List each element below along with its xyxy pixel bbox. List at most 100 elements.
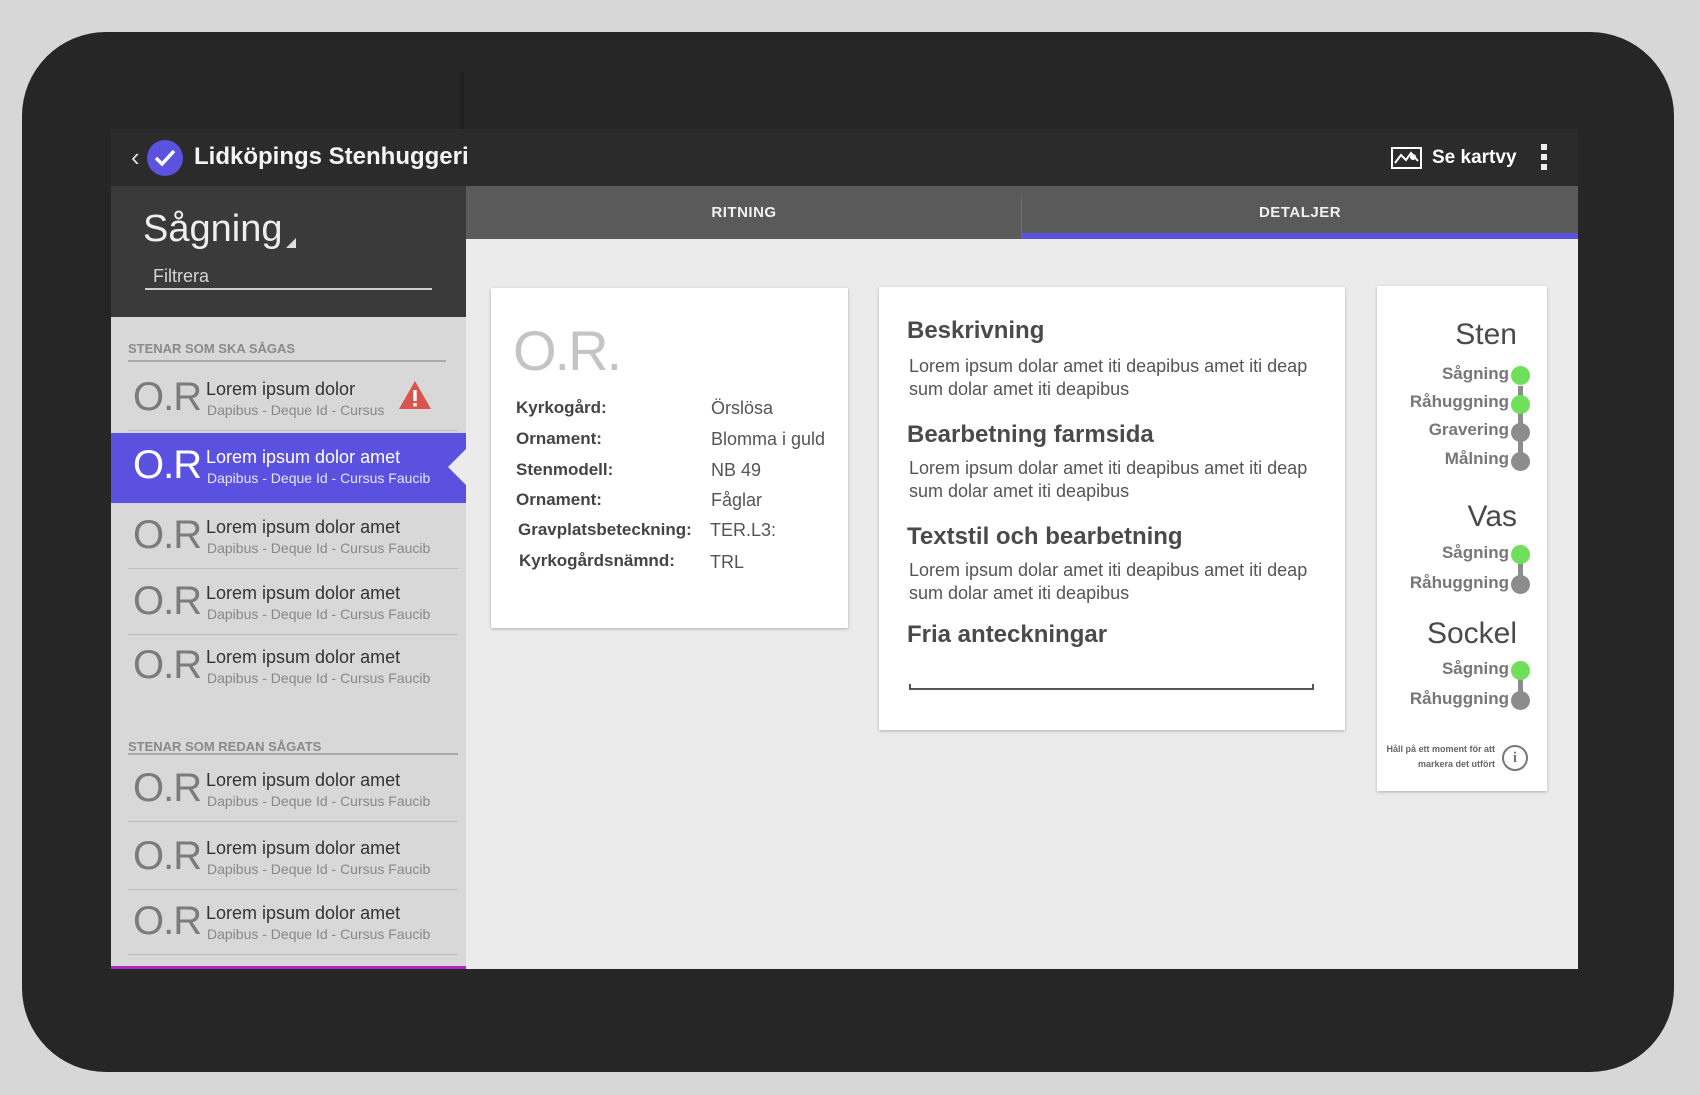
app-title: Lidköpings Stenhuggeri (194, 143, 469, 170)
status-step-label: Sågning (1441, 659, 1509, 678)
item-id: O.R (133, 375, 202, 419)
status-dot[interactable] (1511, 661, 1530, 680)
item-subtitle: Dapibus - Deque Id - Cursus Faucib (207, 540, 431, 556)
filter-input[interactable] (145, 264, 432, 290)
status-group-title: Sockel (1426, 617, 1517, 650)
item-subtitle: Dapibus - Deque Id - Cursus Faucib (207, 793, 431, 809)
item-title: Lorem ipsum dolor amet (206, 517, 401, 537)
item-title: Lorem ipsum dolor amet (206, 903, 401, 923)
list-item-selected[interactable]: O.R Lorem ipsum dolor amet Dapibus - Deq… (111, 433, 466, 503)
detail-value: NB 49 (711, 460, 762, 480)
item-subtitle: Dapibus - Deque Id - Cursus Faucib (207, 606, 431, 622)
item-id: O.R (133, 766, 202, 810)
selection-pointer (448, 449, 466, 485)
hint-text: Håll på ett moment för att markera det u… (1386, 744, 1495, 769)
action-bar: ‹ Lidköpings Stenhuggeri Se kartvy (111, 129, 1578, 186)
detail-label: Kyrkogård: (516, 398, 607, 417)
item-title: Lorem ipsum dolor amet (206, 647, 401, 667)
description-card: Beskrivning Lorem ipsum dolar amet iti d… (879, 287, 1345, 730)
item-subtitle: Dapibus - Deque Id - Cursus Faucib (207, 926, 431, 942)
detail-label: Ornament: (516, 429, 602, 448)
detail-label: Gravplatsbeteckning: (518, 520, 692, 539)
map-icon (1391, 147, 1422, 169)
info-icon[interactable]: i (1502, 745, 1528, 771)
status-step-label: Gravering (1428, 420, 1509, 439)
item-divider (128, 954, 458, 955)
item-id: O.R (133, 443, 202, 487)
stone-id: O.R. (513, 319, 622, 382)
status-group-title: Vas (1467, 500, 1517, 533)
section-text: Lorem ipsum dolar amet iti deapibus amet… (909, 458, 1308, 501)
section-divider (128, 753, 458, 755)
map-view-label: Se kartvy (1432, 147, 1517, 168)
item-title: Lorem ipsum dolor amet (206, 838, 401, 858)
item-subtitle: Dapibus - Deque Id - Cursus Faucib (207, 470, 431, 486)
status-dot[interactable] (1511, 423, 1530, 442)
status-step-label: Råhuggning (1409, 392, 1509, 411)
checkmark-logo-icon[interactable] (147, 140, 183, 176)
status-step-label: Målning (1444, 449, 1509, 468)
section-header-todo: STENAR SOM SKA SÅGAS (128, 341, 296, 356)
tab-selected-indicator (1022, 233, 1578, 239)
spinner-dropdown-icon[interactable] (286, 238, 296, 248)
app-screen: ‹ Lidköpings Stenhuggeri Se kartvy Sågni… (111, 129, 1578, 969)
list-item[interactable]: O.R Lorem ipsum dolor amet Dapibus - Deq… (111, 503, 466, 569)
item-title: Lorem ipsum dolor amet (206, 447, 401, 467)
item-title: Lorem ipsum dolor (206, 379, 356, 399)
item-title: Lorem ipsum dolor amet (206, 583, 401, 603)
item-divider (128, 430, 458, 431)
status-dot[interactable] (1511, 452, 1530, 471)
status-dot[interactable] (1511, 395, 1530, 414)
detail-label: Stenmodell: (516, 460, 614, 479)
notes-input[interactable] (909, 684, 1314, 690)
device-notch (460, 72, 464, 130)
section-header-done: STENAR SOM REDAN SÅGATS (128, 739, 322, 754)
status-dot[interactable] (1511, 545, 1530, 564)
section-heading: Textstil och bearbetning (907, 523, 1183, 550)
list-item[interactable]: O.R Lorem ipsum dolor amet Dapibus - Deq… (111, 889, 466, 955)
tab-ritning[interactable]: RITNING (466, 186, 1022, 239)
item-id: O.R (133, 579, 202, 623)
detail-value: TRL (710, 552, 745, 572)
detail-label: Kyrkogårdsnämnd: (519, 551, 675, 570)
sidebar-header: Sågning (111, 186, 466, 317)
sidebar: Sågning STENAR SOM SKA SÅGAS O.R Lorem i… (111, 186, 466, 969)
status-dot[interactable] (1511, 366, 1530, 385)
status-dot[interactable] (1511, 691, 1530, 710)
section-text: Lorem ipsum dolar amet iti deapibus amet… (909, 560, 1308, 603)
warning-icon (399, 381, 431, 409)
list-item[interactable]: O.R Lorem ipsum dolor Dapibus - Deque Id… (111, 365, 466, 431)
status-step-label: Råhuggning (1409, 573, 1509, 592)
list-item[interactable]: O.R Lorem ipsum dolor amet Dapibus - Deq… (111, 569, 466, 635)
detail-value: Blomma i guld (711, 429, 826, 449)
section-heading: Beskrivning (907, 317, 1045, 344)
item-title: Lorem ipsum dolor amet (206, 770, 401, 790)
item-id: O.R (133, 513, 202, 557)
status-card: Sten Sågning Råhuggning Gravering Målnin… (1377, 286, 1547, 791)
detail-label: Ornament: (516, 490, 602, 509)
tab-bar: RITNING DETALJER (466, 186, 1578, 239)
tab-detaljer[interactable]: DETALJER (1022, 186, 1578, 239)
list-item[interactable]: O.R Lorem ipsum dolor amet Dapibus - Deq… (111, 756, 466, 822)
list-item[interactable]: O.R Lorem ipsum dolor amet Dapibus - Deq… (111, 633, 466, 699)
section-divider (128, 360, 446, 362)
list-item[interactable]: O.R Lorem ipsum dolor amet Dapibus - Deq… (111, 824, 466, 890)
overflow-menu-icon[interactable] (1541, 144, 1549, 170)
status-dot[interactable] (1511, 575, 1530, 594)
item-id: O.R (133, 643, 202, 687)
item-subtitle: Dapibus - Deque Id - Cursus (207, 402, 385, 418)
detail-value: TER.L3: (710, 520, 777, 540)
section-heading: Bearbetning farmsida (907, 421, 1154, 448)
detail-value: Örslösa (711, 398, 774, 418)
status-group-title: Sten (1455, 318, 1517, 351)
item-id: O.R (133, 834, 202, 878)
item-subtitle: Dapibus - Deque Id - Cursus Faucib (207, 861, 431, 877)
status-step-label: Råhuggning (1409, 689, 1509, 708)
back-arrow-icon[interactable]: ‹ (131, 143, 140, 171)
item-id: O.R (133, 899, 202, 943)
sidebar-bottom-accent (111, 966, 466, 969)
map-view-button[interactable]: Se kartvy (1391, 143, 1517, 173)
category-spinner[interactable]: Sågning (143, 208, 282, 251)
section-text: Lorem ipsum dolar amet iti deapibus amet… (909, 356, 1308, 399)
status-step-label: Sågning (1441, 364, 1509, 383)
